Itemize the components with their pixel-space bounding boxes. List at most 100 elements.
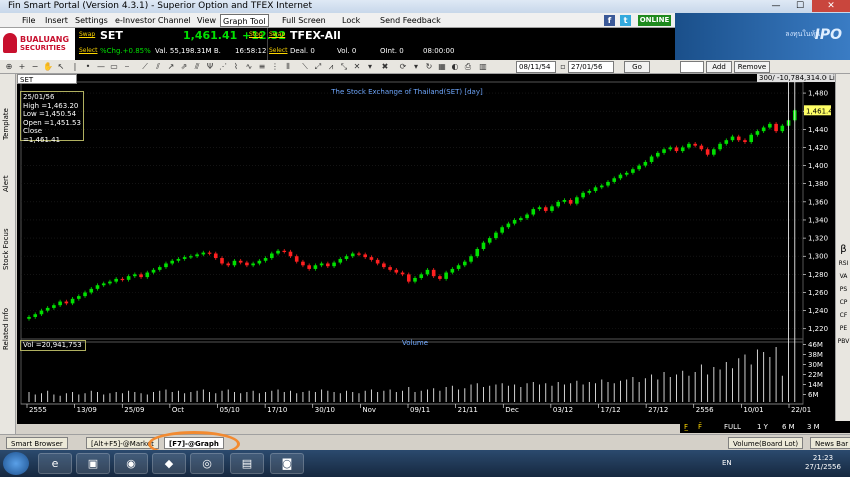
menu-lock[interactable]: Lock [340, 14, 362, 27]
rectangle-icon[interactable]: ▭ [109, 62, 119, 72]
speed-line-icon[interactable]: ⤢ [313, 62, 323, 72]
trendline-icon[interactable]: ⟋ [140, 62, 150, 72]
menu-e-investor-channel[interactable]: e-Investor Channel [113, 14, 193, 27]
maximize-button[interactable]: ☐ [788, 0, 812, 12]
hline-tool-icon[interactable]: ⎯ [122, 62, 132, 72]
price-chart-svg[interactable]: The Stock Exchange of Thailand(SET) [day… [17, 74, 835, 424]
side-tab-stock-focus[interactable]: Stock Focus [2, 214, 14, 284]
language-indicator[interactable]: EN [722, 459, 732, 467]
va-icon[interactable]: VA [837, 273, 850, 280]
delete-drawing-icon[interactable]: ✖ [380, 62, 390, 72]
horizontal-line-icon[interactable]: — [96, 62, 106, 72]
zigzag-icon[interactable]: ⌇ [231, 62, 241, 72]
menu-graph-tool[interactable]: Graph Tool [220, 14, 269, 27]
tfex-swap-button[interactable]: Swap [269, 31, 285, 38]
news-bar-button[interactable]: News Bar [810, 437, 850, 449]
crosshair-icon[interactable]: ⊕ [4, 62, 14, 72]
fib-fan-icon[interactable]: ⋮ [270, 62, 280, 72]
media-icon[interactable]: ◎ [190, 453, 224, 474]
gann-icon[interactable]: ⟍ [300, 62, 310, 72]
ps-icon[interactable]: PS [837, 286, 850, 293]
ipo-banner[interactable]: ลงทุนในหุ้น IPO [675, 13, 850, 60]
minimize-button[interactable]: — [764, 0, 788, 12]
menu-view[interactable]: View [195, 14, 218, 27]
side-tab-alert[interactable]: Alert [2, 164, 14, 204]
pointer-icon[interactable]: ↖ [56, 62, 66, 72]
menu-settings[interactable]: Settings [73, 14, 110, 27]
camera-icon[interactable]: ◙ [270, 453, 304, 474]
date-tick-label: 25/09 [124, 406, 144, 414]
volume-board-lot-button[interactable]: Volume(Board Lot) [728, 437, 804, 449]
cp-icon[interactable]: CP [837, 299, 850, 306]
pe-icon[interactable]: PE [837, 325, 850, 332]
chrome-icon[interactable]: ◉ [114, 453, 148, 474]
folder-icon[interactable]: ▣ [76, 453, 110, 474]
finsmart-icon[interactable]: ▤ [230, 453, 264, 474]
cross-icon[interactable]: ✕ [352, 62, 362, 72]
fan-icon[interactable]: ⋰ [218, 62, 228, 72]
add-button[interactable]: Add [706, 61, 732, 73]
chart-type-icon[interactable]: ▦ [437, 62, 447, 72]
compare-symbol-input[interactable] [680, 61, 704, 73]
refresh-icon[interactable]: ⟳ [398, 62, 408, 72]
channel-icon[interactable]: ⫻ [192, 62, 202, 72]
chart-area[interactable]: The Stock Exchange of Thailand(SET) [day… [17, 74, 850, 424]
app-icon[interactable]: ◆ [152, 453, 186, 474]
zoom-scroll-left-icon[interactable]: F̲ [684, 422, 688, 432]
ie-icon[interactable]: e [38, 453, 72, 474]
zoom-out-icon[interactable]: − [30, 62, 40, 72]
cycle-icon[interactable]: ∿ [244, 62, 254, 72]
chart-symbol-input[interactable]: SET [17, 74, 77, 84]
reload-icon[interactable]: ↻ [424, 62, 434, 72]
ray-icon[interactable]: ↗ [166, 62, 176, 72]
close-button[interactable]: ✕ [812, 0, 850, 12]
zoom-3m-button[interactable]: 3 M [807, 422, 820, 432]
menu-send-feedback[interactable]: Send Feedback [378, 14, 443, 27]
ohlc-low: Low =1,450.54 [23, 110, 77, 118]
vertical-line-icon[interactable]: | [70, 62, 80, 72]
dot-icon[interactable]: • [83, 62, 93, 72]
rsi-icon[interactable]: RSI [837, 260, 850, 267]
dropdown-icon[interactable]: ▾ [365, 62, 375, 72]
side-tab-template[interactable]: Template [2, 94, 14, 154]
fib-icon[interactable]: ≡ [257, 62, 267, 72]
regression-icon[interactable]: ⤡ [339, 62, 349, 72]
pitchfork-icon[interactable]: Ψ [205, 62, 215, 72]
fib-time-icon[interactable]: ⦀ [283, 62, 293, 72]
menu-insert[interactable]: Insert [43, 14, 70, 27]
stop-button[interactable]: Stop [249, 31, 263, 38]
select-button[interactable]: Select [79, 47, 98, 54]
zoom-6m-button[interactable]: 6 M [782, 422, 795, 432]
twitter-icon[interactable]: t [620, 15, 631, 26]
zoom-in-icon[interactable]: + [17, 62, 27, 72]
menu-full-screen[interactable]: Full Screen [280, 14, 328, 27]
side-tab-related-info[interactable]: Related Info [2, 294, 14, 364]
zoom-1y-button[interactable]: 1 Y [757, 422, 768, 432]
andrews-icon[interactable]: ⩘ [326, 62, 336, 72]
color-icon[interactable]: ◐ [450, 62, 460, 72]
beta-icon[interactable]: β [837, 244, 850, 255]
tfex-select-button[interactable]: Select [269, 47, 288, 54]
pbv-icon[interactable]: PBV [837, 338, 850, 345]
dropdown-icon[interactable]: ▾ [411, 62, 421, 72]
print-icon[interactable]: ⎙ [463, 62, 473, 72]
calendar-icon[interactable]: ▥ [478, 62, 488, 72]
system-clock[interactable]: 21:23 27/1/2556 [797, 454, 849, 472]
menu-file[interactable]: File [20, 14, 37, 27]
to-date-input[interactable]: 27/01/56 [568, 61, 614, 73]
zoom-scroll-right-icon[interactable]: F̄ [698, 422, 702, 432]
arrow-line-icon[interactable]: ⇗ [179, 62, 189, 72]
tab-smart-browser[interactable]: Smart Browser [6, 437, 68, 449]
tfex-symbol[interactable]: TFEX-All [290, 29, 341, 42]
remove-button[interactable]: Remove [734, 61, 770, 73]
swap-button[interactable]: Swap [79, 31, 95, 38]
go-button[interactable]: Go [624, 61, 650, 73]
hand-icon[interactable]: ✋ [43, 62, 53, 72]
parallel-line-icon[interactable]: ⫽ [153, 62, 163, 72]
start-button[interactable] [3, 452, 29, 475]
facebook-icon[interactable]: f [604, 15, 615, 26]
zoom-full-button[interactable]: FULL [724, 422, 741, 432]
from-date-input[interactable]: 08/11/54 [516, 61, 556, 73]
cf-icon[interactable]: CF [837, 312, 850, 319]
quote-symbol[interactable]: SET [100, 29, 123, 42]
